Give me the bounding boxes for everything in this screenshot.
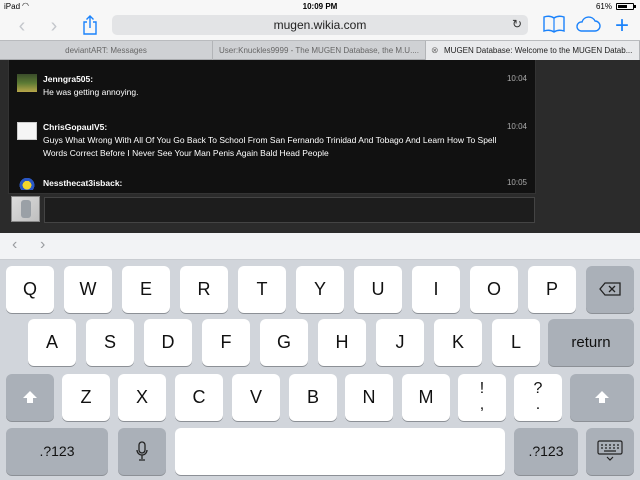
web-page: Jenngra505: 10:04 He was getting annoyin… [0,60,640,233]
icloud-tabs-icon[interactable] [574,15,602,37]
key-f[interactable]: F [202,319,250,366]
key-a[interactable]: A [28,319,76,366]
key-s[interactable]: S [86,319,134,366]
tab-bar: deviantART: Messages User:Knuckles9999 -… [0,40,640,60]
dismiss-keyboard-key[interactable] [586,428,634,475]
form-navigation-bar: ‹ › [0,233,640,260]
key-j[interactable]: J [376,319,424,366]
battery-icon [616,3,636,10]
share-icon[interactable] [80,15,100,37]
icloud-tabs-glyph [576,16,601,32]
key-question-period[interactable]: ? . [514,374,562,421]
key-c[interactable]: C [175,374,223,421]
user-avatar[interactable] [17,178,37,190]
key-d[interactable]: D [144,319,192,366]
key-u[interactable]: U [354,266,402,313]
user-avatar[interactable] [17,122,37,140]
chat-text: Guys What Wrong With All Of You Go Back … [43,135,497,158]
numbers-key-right[interactable]: .?123 [514,428,578,475]
chat-username[interactable]: Nessthecat3isback: [43,178,122,188]
tab-knuckles9999[interactable]: User:Knuckles9999 - The MUGEN Database, … [213,41,426,60]
close-tab-icon[interactable]: ⊗ [431,41,439,60]
status-time: 10:09 PM [302,2,338,11]
address-url[interactable]: mugen.wikia.com [112,18,528,32]
bookmarks-book-icon[interactable] [542,15,566,37]
back-chevron-icon[interactable]: ‹ [12,15,32,37]
shift-arrow-icon [595,391,609,403]
key-top-char: ? [533,380,543,397]
battery-fill [618,5,627,8]
chat-message: ChrisGopaulV5: 10:04 Guys What Wrong Wit… [17,122,527,162]
bookmarks-book-glyph [543,15,565,33]
new-tab-plus-icon[interactable]: + [610,14,634,38]
next-field-chevron-icon[interactable]: › [40,236,45,254]
keyboard-dismiss-icon [597,440,623,461]
delete-key[interactable] [586,266,634,313]
key-e[interactable]: E [122,266,170,313]
shift-key-right[interactable] [570,374,634,421]
key-x[interactable]: X [118,374,166,421]
microphone-icon [136,441,148,461]
user-avatar[interactable] [17,74,37,92]
key-bottom-char: , [479,396,485,413]
key-q[interactable]: Q [6,266,54,313]
onscreen-keyboard: Q W E R T Y U I O P A S D F G H J K L re… [0,260,640,480]
ipad-safari-screen: iPad ◠ 10:09 PM 61% ‹ › mugen.wikia.com … [0,0,640,480]
status-bar: iPad ◠ 10:09 PM 61% [0,0,640,12]
share-icon-glyph [83,15,97,35]
chat-username[interactable]: ChrisGopaulV5: [43,122,107,132]
chat-timestamp: 10:04 [506,122,527,131]
key-m[interactable]: M [402,374,450,421]
key-l[interactable]: L [492,319,540,366]
key-b[interactable]: B [289,374,337,421]
chat-username[interactable]: Jenngra505: [43,74,93,84]
chat-message: Nessthecat3isback: 10:05 [17,178,527,192]
key-v[interactable]: V [232,374,280,421]
own-avatar [11,196,40,222]
battery-percent: 61% [595,2,612,11]
dictation-key[interactable] [118,428,166,475]
chat-message-input[interactable] [44,197,535,223]
tab-title: deviantART: Messages [65,46,147,55]
chat-text: He was getting annoying. [43,87,139,97]
browser-toolbar: ‹ › mugen.wikia.com ↻ + [0,12,640,40]
key-exclamation-comma[interactable]: ! , [458,374,506,421]
key-n[interactable]: N [345,374,393,421]
key-t[interactable]: T [238,266,286,313]
key-p[interactable]: P [528,266,576,313]
shift-arrow-icon [23,391,37,403]
numbers-key-left[interactable]: .?123 [6,428,108,475]
forward-chevron-icon[interactable]: › [44,15,64,37]
return-key[interactable]: return [548,319,634,366]
reload-icon[interactable]: ↻ [512,17,522,31]
tab-mugen-database[interactable]: ⊗ MUGEN Database: Welcome to the MUGEN D… [426,41,640,60]
key-y[interactable]: Y [296,266,344,313]
key-i[interactable]: I [412,266,460,313]
key-z[interactable]: Z [62,374,110,421]
address-bar[interactable]: mugen.wikia.com ↻ [112,15,528,35]
key-o[interactable]: O [470,266,518,313]
key-w[interactable]: W [64,266,112,313]
chat-timestamp: 10:04 [506,74,527,83]
key-h[interactable]: H [318,319,366,366]
backspace-icon [599,282,621,296]
chat-log[interactable]: Jenngra505: 10:04 He was getting annoyin… [8,60,536,194]
shift-key-left[interactable] [6,374,54,421]
previous-field-chevron-icon[interactable]: ‹ [12,236,17,254]
key-r[interactable]: R [180,266,228,313]
key-top-char: ! [479,380,485,397]
tab-title: MUGEN Database: Welcome to the MUGEN Dat… [444,46,633,55]
chat-timestamp: 10:05 [506,178,527,187]
tab-deviantart[interactable]: deviantART: Messages [0,41,213,60]
tab-title: User:Knuckles9999 - The MUGEN Database, … [219,46,419,55]
space-bar[interactable] [175,428,505,475]
key-g[interactable]: G [260,319,308,366]
key-k[interactable]: K [434,319,482,366]
chat-message: Jenngra505: 10:04 He was getting annoyin… [17,74,527,104]
key-bottom-char: . [535,396,541,413]
